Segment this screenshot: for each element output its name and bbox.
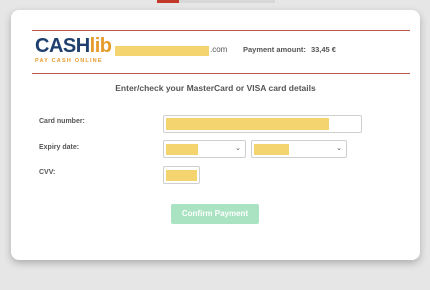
confirm-payment-button[interactable]: Confirm Payment [171,204,259,224]
payment-amount-label: Payment amount: [243,45,306,54]
cvv-redacted [166,170,197,181]
payment-amount: Payment amount: 33,45 € [243,45,336,54]
header-divider-bottom [32,73,410,74]
logo-wordmark: CASHlib [35,35,112,57]
expiry-year-select[interactable]: ⌄ [251,140,347,158]
merchant-name-redacted [115,46,209,56]
logo-accent-text: lib [89,35,112,57]
header-divider-top [32,30,410,31]
card-number-input[interactable] [163,115,362,133]
expiry-month-redacted [166,144,198,155]
expiry-year-redacted [254,144,289,155]
top-accent-bar [157,0,275,3]
cvv-label: CVV: [39,169,56,176]
chevron-down-icon: ⌄ [336,145,342,152]
cashlib-logo: CASHlib PAY CASH ONLINE [35,35,112,66]
logo-main-text: CASH [35,35,90,57]
card-number-redacted [166,118,329,130]
top-accent-red [157,0,179,3]
payment-card: CASHlib PAY CASH ONLINE .com Payment amo… [11,10,420,260]
expiry-date-label: Expiry date: [39,144,80,151]
chevron-down-icon: ⌄ [235,145,241,152]
logo-tagline: PAY CASH ONLINE [35,58,103,64]
payment-amount-value: 33,45 € [310,45,336,54]
card-number-label: Card number: [39,118,85,125]
merchant-domain-suffix: .com [210,45,228,54]
cvv-input[interactable] [163,166,200,184]
expiry-month-select[interactable]: ⌄ [163,140,246,158]
form-heading: Enter/check your MasterCard or VISA card… [115,83,316,93]
